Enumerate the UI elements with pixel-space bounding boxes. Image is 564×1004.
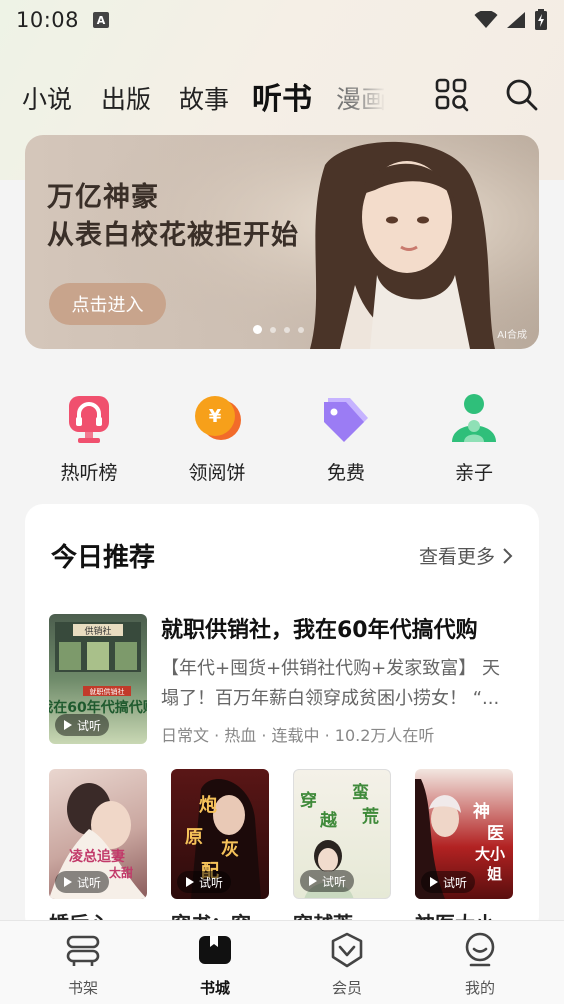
category-grid-icon[interactable] <box>433 76 469 112</box>
svg-text:医: 医 <box>487 824 504 844</box>
trial-listen-badge[interactable]: 试听 <box>55 714 110 736</box>
quick-entry-label: 热听榜 <box>60 462 118 484</box>
nav-label: 我的 <box>464 979 495 997</box>
status-icons <box>474 9 548 31</box>
nav-bookstore[interactable]: 书城 <box>170 931 260 998</box>
parent-child-icon <box>452 394 496 442</box>
featured-book-meta: 日常文 · 热血 · 连载中 · 10.2万人在听 <box>161 726 435 745</box>
nav-vip[interactable]: 会员 <box>302 931 392 998</box>
nav-profile[interactable]: 我的 <box>435 931 525 998</box>
tab-audiobook[interactable]: 听书 <box>252 74 312 118</box>
banner-title-line1: 万亿神豪 <box>47 182 159 213</box>
svg-text:原: 原 <box>185 827 203 848</box>
wifi-icon <box>474 11 498 28</box>
today-recommend-card: 今日推荐 查看更多 供销社 就职供销社 我在60年代搞代购 试听 就职供销社，我… <box>25 504 539 934</box>
play-icon <box>309 876 317 886</box>
svg-text:就职供销社: 就职供销社 <box>90 687 125 696</box>
vip-icon <box>331 932 363 968</box>
bottom-navigation: 书架 书城 会员 我的 <box>0 920 564 1004</box>
svg-text:¥: ¥ <box>209 406 222 427</box>
book-cover[interactable]: 凌总追妻 太甜 试听 <box>49 769 147 899</box>
pagination-dot <box>270 326 276 333</box>
promo-banner[interactable]: 万亿神豪 从表白校花被拒开始 点击进入 AI合成 <box>25 135 539 349</box>
bookshelf-icon <box>66 935 100 966</box>
tab-comics[interactable]: 漫画 <box>336 80 386 116</box>
pagination-dot-active <box>253 325 262 334</box>
svg-text:凌总追妻: 凌总追妻 <box>69 848 125 865</box>
svg-text:炮: 炮 <box>199 794 217 816</box>
svg-text:灰: 灰 <box>221 838 239 860</box>
trial-listen-badge[interactable]: 试听 <box>55 871 110 893</box>
svg-text:荒: 荒 <box>361 806 379 827</box>
quick-entry-parent-child[interactable]: 亲子 <box>414 390 534 485</box>
bookstore-icon <box>199 936 231 964</box>
book-cover[interactable]: 炮 原 灰 配 试听 <box>171 769 269 899</box>
trial-label: 试听 <box>77 875 102 890</box>
featured-book-description: 【年代+囤货+供销社代购+发家致富】 天塌了！百万年薪白领穿成贫困小捞女！ “.… <box>161 658 500 709</box>
svg-text:越: 越 <box>319 810 338 831</box>
battery-icon <box>535 9 547 30</box>
quick-entry-label: 亲子 <box>454 462 493 484</box>
nav-label: 会员 <box>331 979 362 997</box>
section-title: 今日推荐 <box>51 543 156 573</box>
banner-title-line2: 从表白校花被拒开始 <box>47 220 299 251</box>
quick-entry-label: 领阅饼 <box>188 462 246 484</box>
tab-story[interactable]: 故事 <box>179 80 229 116</box>
quick-entry-label: 免费 <box>326 462 365 484</box>
quick-entry-hot-listen[interactable]: 热听榜 <box>29 390 149 485</box>
play-icon <box>186 877 194 887</box>
trial-listen-badge[interactable]: 试听 <box>177 871 232 893</box>
status-bar: 10:08 A <box>0 0 564 40</box>
search-icon[interactable] <box>503 76 539 112</box>
play-icon <box>64 720 72 730</box>
tab-novel[interactable]: 小说 <box>22 80 72 116</box>
status-time: 10:08 <box>16 8 80 32</box>
svg-text:供销社: 供销社 <box>84 625 111 637</box>
category-tabs: 小说 出版 故事 听书 漫画 <box>0 72 564 120</box>
coin-icon: ¥ <box>195 396 241 440</box>
svg-text:穿: 穿 <box>300 790 317 811</box>
view-more-label: 查看更多 <box>418 546 495 568</box>
profile-icon <box>465 932 495 967</box>
trial-listen-badge[interactable]: 试听 <box>300 870 355 892</box>
play-icon <box>430 877 438 887</box>
view-more-link[interactable]: 查看更多 <box>419 542 513 569</box>
nav-label: 书城 <box>199 979 230 997</box>
cellular-signal-icon <box>507 12 525 28</box>
trial-label: 试听 <box>443 875 468 890</box>
nav-bookshelf[interactable]: 书架 <box>38 931 128 998</box>
tab-publishing[interactable]: 出版 <box>101 80 151 116</box>
featured-book-title[interactable]: 就职供销社，我在60年代搞代购 <box>161 612 478 644</box>
headphones-trophy-icon <box>69 396 109 443</box>
tag-icon <box>324 398 368 442</box>
book-cover[interactable]: 神 医 大小 姐 试听 <box>415 769 513 899</box>
svg-text:姐: 姐 <box>487 865 502 883</box>
chevron-right-icon <box>503 547 513 564</box>
trial-label: 试听 <box>199 875 224 890</box>
svg-text:太甜: 太甜 <box>109 865 133 880</box>
pagination-dot <box>298 326 304 333</box>
quick-entry-coins[interactable]: ¥ 领阅饼 <box>157 390 277 485</box>
trial-listen-badge[interactable]: 试听 <box>421 871 476 893</box>
quick-entry-free[interactable]: 免费 <box>286 390 406 485</box>
svg-text:神: 神 <box>473 801 490 822</box>
svg-text:大小: 大小 <box>475 845 505 863</box>
nav-label: 书架 <box>67 979 98 997</box>
pagination-dot <box>284 326 290 333</box>
trial-label: 试听 <box>322 874 347 889</box>
banner-enter-button[interactable]: 点击进入 <box>49 283 166 325</box>
ai-generated-tag: AI合成 <box>497 330 527 341</box>
book-cover[interactable]: 穿 蛮 越 荒 试听 <box>293 769 391 899</box>
trial-label: 试听 <box>77 718 102 733</box>
svg-text:蛮: 蛮 <box>352 782 369 803</box>
banner-pagination <box>253 325 304 334</box>
notification-badge: A <box>93 12 110 28</box>
play-icon <box>64 877 72 887</box>
featured-book-cover[interactable]: 供销社 就职供销社 我在60年代搞代购 试听 <box>49 614 147 744</box>
